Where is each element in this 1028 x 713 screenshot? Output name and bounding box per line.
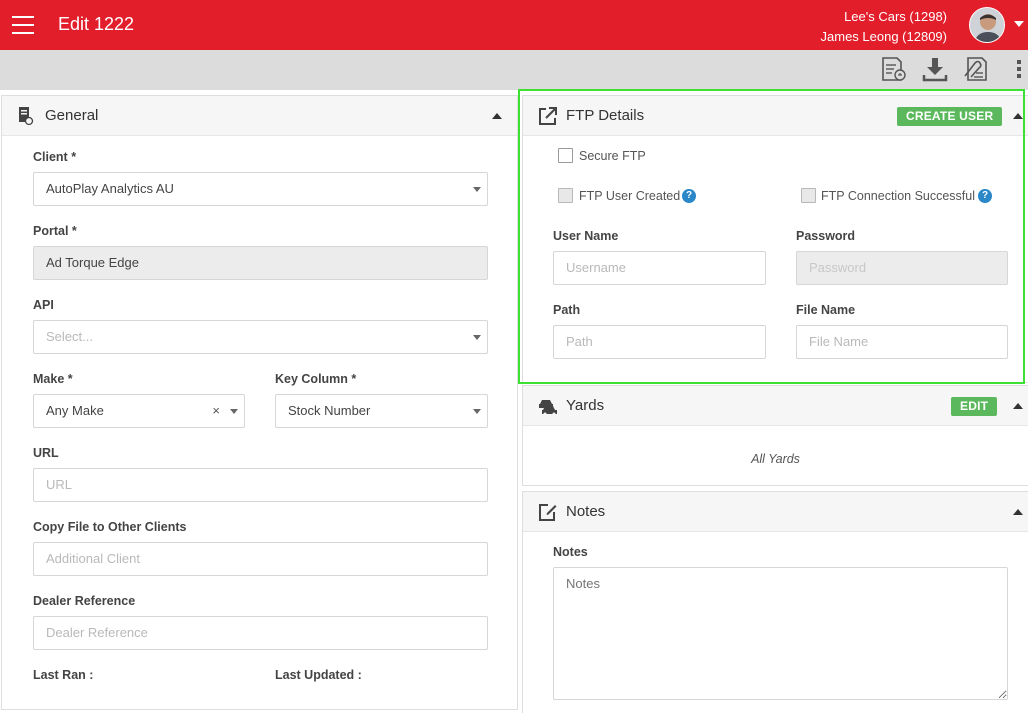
yards-panel: Yards EDIT All Yards	[522, 385, 1028, 486]
edit-yards-button[interactable]: EDIT	[951, 397, 998, 416]
password-input: Password	[796, 251, 1008, 285]
secure-ftp-label: Secure FTP	[579, 149, 646, 163]
general-panel-title: General	[45, 107, 99, 124]
collapse-yards-icon[interactable]	[1013, 403, 1023, 409]
key-column-dropdown-caret-icon	[473, 409, 481, 414]
general-panel-header: General	[2, 96, 517, 136]
url-input[interactable]: URL	[33, 468, 488, 502]
all-yards-text: All Yards	[751, 452, 800, 466]
more-icon[interactable]	[1008, 55, 1028, 83]
filename-placeholder: File Name	[809, 334, 869, 349]
create-user-button[interactable]: CREATE USER	[897, 107, 1003, 126]
client-value: AutoPlay Analytics AU	[46, 181, 174, 196]
avatar[interactable]	[969, 7, 1005, 43]
dealer-reference-label: Dealer Reference	[33, 594, 136, 608]
key-column-label: Key Column *	[275, 372, 357, 386]
path-input[interactable]: Path	[553, 325, 766, 359]
additional-client-placeholder: Additional Client	[46, 551, 140, 566]
notes-panel-header: Notes	[523, 492, 1028, 532]
ftp-user-created-checkbox	[558, 188, 573, 203]
download-icon[interactable]	[921, 55, 949, 83]
collapse-ftp-icon[interactable]	[1013, 113, 1023, 119]
yards-panel-title: Yards	[566, 397, 605, 414]
ftp-user-created-label: FTP User Created	[579, 189, 681, 203]
help-icon[interactable]: ?	[682, 189, 696, 203]
additional-client-input[interactable]: Additional Client	[33, 542, 488, 576]
username-label: User Name	[553, 229, 619, 243]
api-select[interactable]: Select...	[33, 320, 488, 354]
toolbar	[0, 50, 1028, 90]
path-label: Path	[553, 303, 581, 317]
password-placeholder: Password	[809, 260, 867, 275]
document-icon	[16, 106, 36, 126]
make-value: Any Make	[46, 403, 104, 418]
edit-note-icon	[538, 502, 558, 522]
ftp-panel-header: FTP Details CREATE USER	[523, 96, 1028, 136]
general-panel: General Client * AutoPlay Analytics AU P…	[1, 95, 518, 710]
yards-panel-header: Yards EDIT	[523, 386, 1028, 426]
notes-panel: Notes Notes	[522, 491, 1028, 713]
page-title: Edit 1222	[58, 14, 135, 34]
client-label: Client *	[33, 150, 77, 164]
filename-input[interactable]: File Name	[796, 325, 1008, 359]
copy-file-label: Copy File to Other Clients	[33, 520, 187, 534]
client-select[interactable]: AutoPlay Analytics AU	[33, 172, 488, 206]
secure-ftp-checkbox[interactable]	[558, 148, 573, 163]
ftp-connection-checkbox	[801, 188, 816, 203]
attachments-icon[interactable]	[962, 55, 990, 83]
username-input[interactable]: Username	[553, 251, 766, 285]
user-menu-caret-icon[interactable]	[1014, 21, 1024, 27]
dealer-name: Lee's Cars (1298)	[844, 9, 947, 24]
notes-label: Notes	[553, 545, 588, 559]
portal-field: Ad Torque Edge	[33, 246, 488, 280]
make-dropdown-caret-icon	[230, 409, 238, 414]
ftp-connection-label: FTP Connection Successful	[821, 189, 976, 203]
api-placeholder: Select...	[46, 329, 93, 344]
notes-panel-title: Notes	[566, 503, 606, 520]
api-dropdown-caret-icon	[473, 335, 481, 340]
help-icon[interactable]: ?	[978, 189, 992, 203]
hamburger-menu-icon[interactable]	[12, 16, 34, 34]
url-placeholder: URL	[46, 477, 73, 492]
password-label: Password	[796, 229, 856, 243]
username-placeholder: Username	[566, 260, 626, 275]
ftp-details-panel: FTP Details CREATE USER Secure FTP FTP U…	[522, 95, 1028, 383]
url-label: URL	[33, 446, 59, 460]
filename-label: File Name	[796, 303, 856, 317]
collapse-general-icon[interactable]	[492, 113, 502, 119]
client-dropdown-caret-icon	[473, 187, 481, 192]
last-updated-label: Last Updated :	[275, 668, 362, 682]
portal-value: Ad Torque Edge	[46, 255, 139, 270]
top-bar: Edit 1222 Lee's Cars (1298) James Leong …	[0, 0, 1028, 50]
ftp-panel-title: FTP Details	[566, 107, 645, 124]
user-name: James Leong (12809)	[820, 29, 947, 44]
cars-icon	[538, 396, 558, 416]
user-info[interactable]: Lee's Cars (1298) James Leong (12809)	[821, 7, 947, 47]
report-icon[interactable]	[880, 55, 908, 83]
notes-textarea[interactable]	[553, 567, 1008, 700]
api-label: API	[33, 298, 54, 312]
last-ran-label: Last Ran :	[33, 668, 94, 682]
key-column-value: Stock Number	[288, 403, 371, 418]
dealer-reference-input[interactable]: Dealer Reference	[33, 616, 488, 650]
make-label: Make *	[33, 372, 73, 386]
key-column-select[interactable]: Stock Number	[275, 394, 488, 428]
collapse-notes-icon[interactable]	[1013, 509, 1023, 515]
portal-label: Portal *	[33, 224, 77, 238]
make-select[interactable]: Any Make ×	[33, 394, 245, 428]
clear-make-icon[interactable]: ×	[212, 395, 220, 427]
dealer-reference-placeholder: Dealer Reference	[46, 625, 148, 640]
path-placeholder: Path	[566, 334, 593, 349]
external-link-icon	[538, 106, 558, 126]
